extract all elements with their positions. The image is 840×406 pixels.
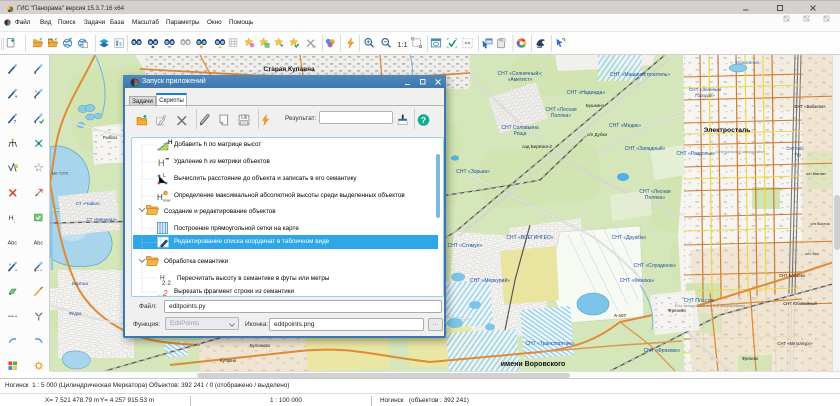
svg-text:СНТ «Западный»: СНТ «Западный» [625, 145, 666, 152]
svg-text:СНТ «Надежда»: СНТ «Надежда» [567, 90, 606, 96]
svg-text:Булганово: Булганово [250, 343, 271, 348]
svg-text:МК-7370: МК-7370 [52, 171, 69, 176]
svg-text:max: max [163, 198, 171, 203]
svg-text:Abc: Abc [34, 241, 44, 247]
svg-text:СНТ Бабаево: СНТ Бабаево [779, 273, 806, 278]
svg-text:СНТ «Металлург»: СНТ «Металлург» [777, 341, 813, 346]
svg-text:Поляна»: Поляна» [645, 195, 665, 201]
svg-text:имени Воровского: имени Воровского [501, 361, 566, 368]
svg-text:Городок»: Городок» [695, 93, 715, 98]
svg-text:СНТ Юбилейный: СНТ Юбилейный [783, 301, 817, 306]
svg-text:СТ «Минерал»: СТ «Минерал» [87, 217, 118, 222]
svg-text:о/п Магнит: о/п Магнит [806, 171, 826, 176]
svg-text:2: 2 [162, 289, 168, 297]
svg-text:СНТ «Солнечный»;: СНТ «Солнечный»; [498, 70, 543, 77]
svg-text:Поляна»: Поляна» [551, 113, 571, 119]
svg-text:Гру: Гру [795, 152, 802, 157]
svg-text:о/п Дубки: о/п Дубки [587, 132, 607, 137]
svg-text:Купавна: Купавна [220, 358, 237, 363]
svg-text:о/п Восток: о/п Восток [810, 221, 830, 226]
svg-text:СНТ «Фрязево»: СНТ «Фрязево» [644, 348, 681, 354]
svg-text:СНТ «Зеленый: СНТ «Зеленый [689, 86, 722, 92]
svg-text:СТ «Чайка»: СТ «Чайка» [76, 200, 101, 206]
svg-text:Берёзка: Берёзка [72, 281, 89, 286]
svg-text:→H: →H [162, 140, 172, 146]
svg-text:Юбилейный: Юбилейный [735, 60, 759, 65]
svg-text:Фёдра: Фёдра [69, 311, 82, 316]
svg-text:сад Берёзка-2: сад Берёзка-2 [522, 144, 552, 149]
svg-text:Рыбхоз: Рыбхоз [103, 135, 117, 140]
svg-text:А-107: А-107 [614, 313, 627, 318]
svg-text:СНТ «Транспортник»: СНТ «Транспортник» [525, 341, 574, 347]
svg-text:СНТ «Раздолье»: СНТ «Раздолье» [676, 151, 715, 157]
svg-text:2·2: 2·2 [162, 281, 171, 287]
svg-text:Юго-западные 5-й и 6-й микрора: Юго-западные 5-й и 6-й микрорайоны [675, 303, 746, 308]
svg-text:?: ? [421, 115, 426, 125]
svg-text:СНТ «Дружба»: СНТ «Дружба» [612, 235, 647, 241]
svg-text:«Аметист»: «Аметист» [508, 77, 533, 83]
svg-text:СНТ «Зорька»: СНТ «Зорька» [456, 169, 490, 175]
svg-text:...: ... [157, 292, 162, 297]
svg-text:Фрязево: Фрязево [668, 308, 686, 313]
svg-text:Фрязево: Фрязево [742, 356, 759, 361]
svg-text:СНТ «Бабаево»: СНТ «Бабаево» [795, 104, 827, 109]
svg-text:Центральный микрорайон: Центральный микрорайон [716, 149, 765, 154]
svg-text:H: H [8, 215, 13, 222]
svg-text:H: H [158, 158, 165, 168]
svg-text:1:1: 1:1 [397, 40, 407, 49]
svg-text:,: , [14, 219, 15, 225]
svg-text:Электросталь: Электросталь [703, 127, 750, 134]
svg-text:?: ? [14, 120, 17, 126]
svg-text:Старая Купавна: Старая Купавна [263, 66, 315, 73]
svg-text:Abc: Abc [8, 241, 18, 247]
svg-text:СНТ «Фиалка»: СНТ «Фиалка» [620, 278, 655, 284]
svg-text:Роща: Роща [514, 131, 527, 137]
svg-text:СНТ «Медик»: СНТ «Медик» [609, 123, 641, 129]
svg-text:СНТ «Машиностроитель»: СНТ «Машиностроитель» [610, 72, 670, 78]
svg-text:о/п Эхо: о/п Эхо [805, 251, 819, 256]
svg-text:СНТ «Меркурий»: СНТ «Меркурий» [470, 277, 510, 284]
svg-text:СНТ «Слуаденок»: СНТ «Слуаденок» [634, 263, 677, 269]
svg-text:СНТ «Во: СНТ «Во [786, 146, 804, 151]
svg-text:СНТ «Стимул»: СНТ «Стимул» [448, 243, 483, 249]
svg-text:СНТ «ВСЕГИНГЕО»: СНТ «ВСЕГИНГЕО» [506, 235, 553, 241]
svg-text:L: L [163, 173, 166, 179]
svg-text:Бушкино: Бушкино [586, 103, 605, 108]
